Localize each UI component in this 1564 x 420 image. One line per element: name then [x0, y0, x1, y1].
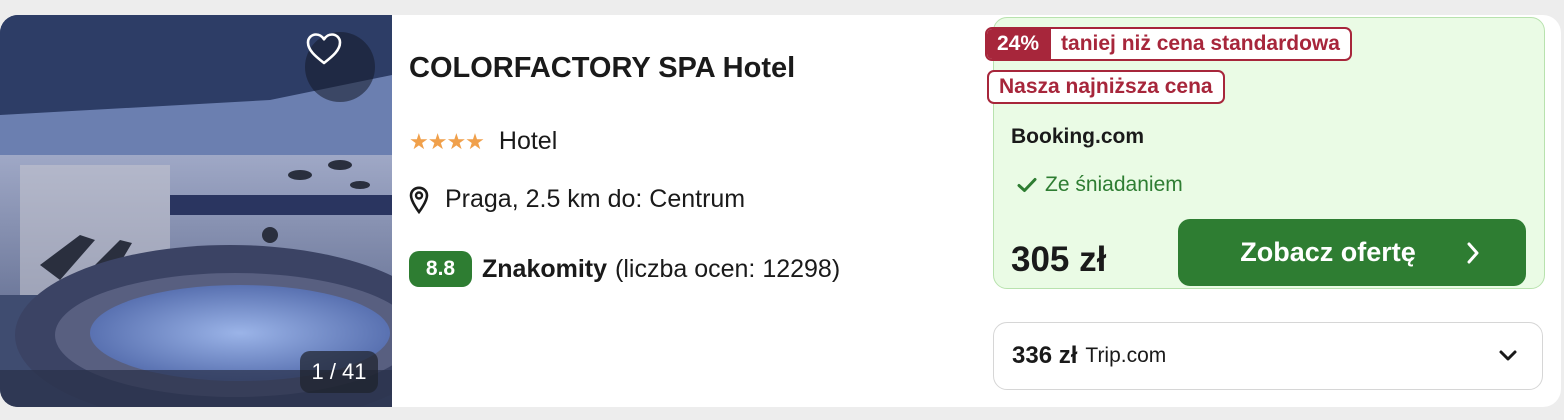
offer-feature: Ze śniadaniem	[1017, 173, 1183, 197]
chevron-right-icon	[1467, 242, 1479, 264]
hotel-rating[interactable]: 8.8 Znakomity (liczba ocen: 12298)	[409, 251, 840, 287]
location-text: Praga, 2.5 km do: Centrum	[445, 185, 746, 213]
alternative-offer-dropdown[interactable]: 336 zł Trip.com	[993, 322, 1543, 390]
hotel-category: ★★★★ Hotel	[409, 127, 557, 156]
offer-price: 305 zł	[1011, 240, 1107, 279]
hotel-name[interactable]: COLORFACTORY SPA Hotel	[409, 52, 795, 85]
chevron-down-icon	[1499, 350, 1517, 361]
alt-offer-price: 336 zł	[1012, 342, 1078, 369]
offer-provider: Booking.com	[1011, 125, 1145, 148]
alt-offer-provider: Trip.com	[1085, 344, 1167, 367]
hotel-info: COLORFACTORY SPA Hotel ★★★★ Hotel Praga,…	[409, 15, 969, 407]
lowest-price-text: Nasza najniższa cena	[999, 75, 1213, 98]
view-offer-label: Zobacz ofertę	[1240, 237, 1416, 267]
lowest-price-badge: Nasza najniższa cena	[987, 70, 1225, 104]
discount-badge: 24% taniej niż cena standardowa	[985, 27, 1352, 61]
hotel-photo[interactable]: 1 / 41	[0, 15, 392, 407]
location-pin-icon	[409, 185, 429, 214]
star-rating-icon: ★★★★	[409, 128, 485, 154]
favorite-button[interactable]	[305, 32, 375, 102]
rating-label: Znakomity	[482, 254, 608, 283]
image-counter: 1 / 41	[300, 351, 378, 393]
discount-text: taniej niż cena standardowa	[1061, 32, 1340, 55]
view-offer-button[interactable]: Zobacz ofertę	[1178, 219, 1526, 286]
rating-score-badge: 8.8	[409, 251, 472, 287]
check-icon	[1017, 178, 1037, 192]
hotel-type: Hotel	[498, 127, 558, 155]
heart-icon	[306, 33, 342, 65]
hotel-location[interactable]: Praga, 2.5 km do: Centrum	[409, 185, 745, 214]
feature-label: Ze śniadaniem	[1045, 173, 1183, 196]
rating-count: (liczba ocen: 12298)	[615, 254, 841, 283]
discount-percent: 24%	[987, 29, 1052, 59]
